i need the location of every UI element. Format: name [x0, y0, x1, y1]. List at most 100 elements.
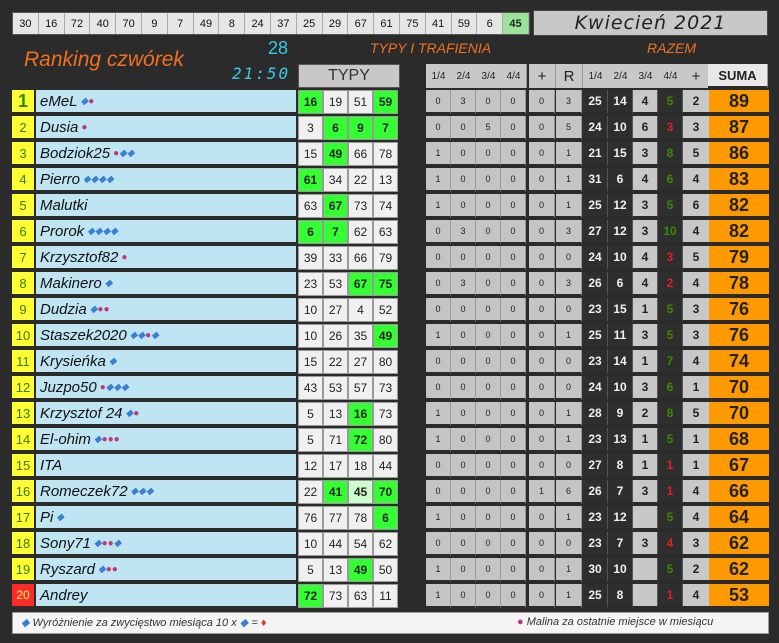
player-name-text: Juzpo50 — [40, 378, 97, 396]
stat-cell: 0 — [476, 506, 501, 530]
plus-cell: 4 — [683, 272, 709, 296]
stat-cell: 0 — [501, 90, 526, 114]
stat-cell: 0 — [529, 324, 555, 348]
table-row: 13 Krzysztof 24 ◆● 5 13 16 73 1 0 0 0 0 1 28 9 2 8 5 70 — [12, 402, 769, 426]
award-icons: ◆● — [81, 96, 95, 107]
razem-cell: 25 — [583, 90, 608, 114]
typ-cell: 76 — [298, 506, 323, 530]
typ-cell: 49 — [348, 558, 373, 582]
suma-cell: 86 — [709, 142, 769, 166]
diamond-icon: ◆ — [137, 329, 146, 341]
plus-cell: 3 — [683, 532, 709, 556]
player-name: Pi ◆ — [36, 506, 296, 530]
stat-cell: 0 — [501, 454, 526, 478]
plus-cell: 3 — [683, 298, 709, 322]
razem-cell: 8 — [658, 402, 683, 426]
stat-cell: 0 — [556, 454, 582, 478]
stat-cell: 0 — [451, 506, 476, 530]
stat-cell: 0 — [529, 532, 555, 556]
typ-cell: 61 — [298, 168, 323, 192]
stat-cell: 0 — [476, 324, 501, 348]
legend-footer: ◆ Wyróżnienie za zwycięstwo miesiąca 10 … — [12, 612, 769, 634]
stat-cell: 0 — [451, 428, 476, 452]
drawn-number: 67 — [348, 13, 375, 34]
rank-cell: 5 — [12, 194, 34, 218]
diamond-icon: ◆ — [151, 329, 159, 341]
stat-cell: 3 — [556, 220, 582, 244]
drawn-number: 8 — [219, 13, 246, 34]
player-name: Juzpo50 ●◆◆◆ — [36, 376, 296, 400]
raspberry-icon: ● — [121, 251, 128, 263]
raspberry-icon: ● — [88, 95, 95, 107]
razem-cell: 9 — [608, 402, 633, 426]
stat-cell: 0 — [451, 194, 476, 218]
month-title: Kwiecień 2021 — [533, 10, 768, 36]
diamond-icon: ◆ — [108, 355, 117, 367]
razem-cell: 27 — [583, 454, 608, 478]
player-name-text: Dusia — [40, 118, 79, 136]
suma-cell: 66 — [709, 480, 769, 504]
drawn-numbers-bar: 30 16 72 40 70 9 7 49 8 24 37 25 29 67 61 75 41 59 6 45 — [12, 12, 530, 35]
typ-cell: 15 — [298, 350, 323, 374]
suma-cell: 68 — [709, 428, 769, 452]
typ-cell: 27 — [323, 298, 348, 322]
stat-cell: 0 — [426, 350, 451, 374]
stat-cell: 1 — [556, 402, 582, 426]
stat-cell: 0 — [476, 584, 501, 608]
typ-cell: 15 — [298, 142, 323, 166]
rank-cell: 2 — [12, 116, 34, 140]
raspberry-icon: ● — [517, 616, 524, 628]
razem-cell: 3 — [658, 246, 683, 270]
rank-cell: 16 — [12, 480, 34, 504]
razem-cell: 1 — [633, 298, 658, 322]
typ-cell: 79 — [373, 246, 398, 270]
stat-header: 1/4 — [426, 64, 452, 88]
typ-cell: 16 — [298, 90, 323, 114]
suma-cell: 76 — [709, 298, 769, 322]
razem-cell: 23 — [583, 506, 608, 530]
stat-cell: 0 — [476, 168, 501, 192]
player-name-text: Makinero — [40, 274, 102, 292]
stat-cell: 0 — [501, 376, 526, 400]
razem-cell: 8 — [658, 142, 683, 166]
stat-cell: 0 — [501, 194, 526, 218]
rank-cell: 13 — [12, 402, 34, 426]
award-icons: ◆ — [109, 356, 117, 367]
typ-cell: 13 — [373, 168, 398, 192]
stat-cell: 0 — [501, 272, 526, 296]
table-row: 20 Andrey 72 73 63 11 1 0 0 0 0 1 25 8 1 4 53 — [12, 584, 769, 608]
award-icons: ●◆◆ — [113, 148, 134, 159]
drawn-number: 59 — [452, 13, 478, 34]
stat-cell: 1 — [556, 324, 582, 348]
razem-cell: 5 — [658, 506, 683, 530]
razem-header: SUMA — [708, 64, 768, 88]
rank-cell: 3 — [12, 142, 34, 166]
drawn-number: 75 — [400, 13, 426, 34]
typ-cell: 75 — [373, 272, 398, 296]
plus-cell: 4 — [683, 480, 709, 504]
razem-cell: 3 — [633, 532, 658, 556]
razem-cell: 28 — [583, 402, 608, 426]
plus-cell: 3 — [683, 324, 709, 348]
player-name-text: Staszek2020 — [40, 326, 127, 344]
stat-cell: 0 — [426, 298, 451, 322]
plus-cell: 1 — [683, 376, 709, 400]
stat-cell: 0 — [556, 376, 582, 400]
table-row: 9 Dudzia ◆●● 10 27 4 52 0 0 0 0 0 0 23 15 1 5 3 76 — [12, 298, 769, 322]
player-name-text: Ryszard — [40, 560, 96, 578]
drawn-number: 29 — [323, 13, 349, 34]
award-icons: ◆●● — [98, 564, 118, 575]
stat-cell: 0 — [451, 584, 476, 608]
typ-cell: 73 — [348, 194, 373, 218]
table-row: 10 Staszek2020 ◆◆●◆ 10 26 35 49 1 0 0 0 0 1 25 11 3 5 3 76 — [12, 324, 769, 348]
player-name-text: Pierro — [40, 170, 81, 188]
stat-cell: 0 — [476, 428, 501, 452]
typ-cell: 43 — [298, 376, 323, 400]
stat-cell: 0 — [476, 480, 501, 504]
plus-cell: 2 — [683, 90, 709, 114]
draw-time: 21:50 — [232, 64, 291, 83]
player-name: Krzysztof 24 ◆● — [36, 402, 296, 426]
razem-cell: 23 — [583, 428, 608, 452]
razem-cell: 4 — [633, 168, 658, 192]
stat-cell: 0 — [501, 220, 526, 244]
